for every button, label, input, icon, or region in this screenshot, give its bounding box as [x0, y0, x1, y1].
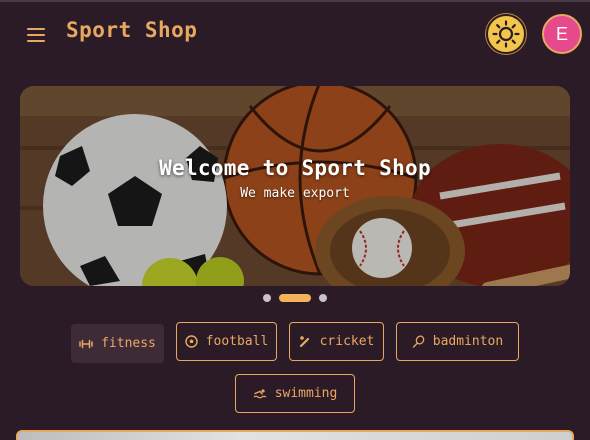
- sun-icon: [492, 20, 520, 48]
- category-chip-swimming[interactable]: swimming: [235, 374, 355, 413]
- swimming-icon: [253, 389, 267, 399]
- menu-line: [27, 34, 45, 36]
- chip-label: badminton: [432, 334, 504, 349]
- hero-title: Welcome to Sport Shop: [159, 156, 431, 180]
- football-icon: [184, 335, 198, 348]
- brand-title[interactable]: Sport Shop: [66, 18, 197, 42]
- chip-label: fitness: [101, 336, 156, 351]
- category-chip-cricket[interactable]: cricket: [289, 322, 384, 361]
- hero-banner: Welcome to Sport Shop We make export: [20, 86, 570, 286]
- product-card-preview[interactable]: [16, 430, 574, 440]
- carousel-dot[interactable]: [319, 294, 327, 302]
- hero-text: Welcome to Sport Shop We make export: [20, 156, 570, 201]
- menu-line: [27, 28, 45, 30]
- category-chip-football[interactable]: football: [176, 322, 277, 361]
- hero-subtitle: We make export: [240, 186, 350, 201]
- carousel-indicators: [0, 293, 590, 303]
- dumbbell-icon: [79, 339, 93, 348]
- user-avatar[interactable]: E: [542, 14, 582, 54]
- chip-label: football: [205, 334, 269, 349]
- chip-label: cricket: [319, 334, 375, 349]
- carousel-dot-active[interactable]: [279, 294, 311, 302]
- app-header: Sport Shop E: [0, 2, 590, 66]
- theme-toggle-button[interactable]: [486, 14, 526, 54]
- menu-line: [27, 40, 45, 42]
- chip-label: swimming: [274, 386, 338, 401]
- category-chip-fitness[interactable]: fitness: [71, 324, 164, 363]
- cricket-icon: [299, 336, 309, 348]
- carousel-dot[interactable]: [263, 294, 271, 302]
- category-chip-badminton[interactable]: badminton: [396, 322, 519, 361]
- badminton-icon: [412, 335, 425, 348]
- hamburger-menu-button[interactable]: [26, 26, 48, 44]
